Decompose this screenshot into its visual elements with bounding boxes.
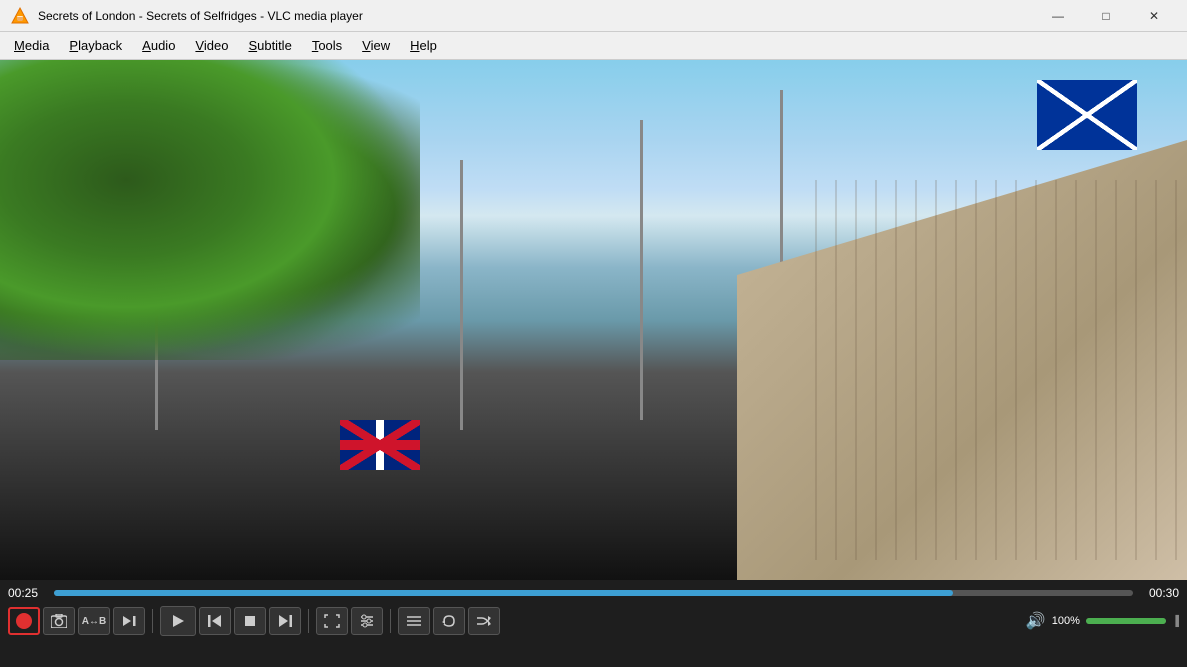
current-time: 00:25 <box>8 586 46 600</box>
progress-row: 00:25 00:30 <box>8 586 1179 600</box>
volume-label: 100% <box>1052 615 1080 627</box>
frame-step-button[interactable] <box>113 607 145 635</box>
building-details <box>797 180 1177 560</box>
ab-loop-button[interactable]: A↔B <box>78 607 110 635</box>
controls-bar: 00:25 00:30 A↔B <box>0 580 1187 667</box>
ab-loop-icon: A↔B <box>82 616 106 627</box>
seek-bar-fill <box>54 590 953 596</box>
loop-button[interactable] <box>433 607 465 635</box>
menu-help[interactable]: Help <box>400 35 447 56</box>
trees <box>0 60 420 360</box>
close-button[interactable]: ✕ <box>1131 0 1177 32</box>
menu-audio[interactable]: Audio <box>132 35 185 56</box>
loop-icon <box>441 614 457 628</box>
stop-button[interactable] <box>234 607 266 635</box>
volume-bar[interactable] <box>1086 618 1166 624</box>
video-canvas <box>0 60 1187 580</box>
flag-scotland <box>1037 80 1137 150</box>
next-button[interactable] <box>269 607 301 635</box>
seek-bar[interactable] <box>54 590 1133 596</box>
total-time: 00:30 <box>1141 586 1179 600</box>
play-button[interactable] <box>160 606 196 636</box>
record-icon <box>16 613 32 629</box>
window-controls: — □ ✕ <box>1035 0 1177 32</box>
volume-end-indicator: ▐ <box>1172 616 1179 627</box>
play-icon <box>171 614 185 628</box>
extended-button[interactable] <box>351 607 383 635</box>
shuffle-button[interactable] <box>468 607 500 635</box>
volume-bar-fill <box>1086 618 1166 624</box>
next-icon <box>277 614 293 628</box>
flagpole-2 <box>460 160 463 430</box>
menu-playback[interactable]: Playback <box>59 35 132 56</box>
menu-video[interactable]: Video <box>185 35 238 56</box>
separator-1 <box>152 609 153 633</box>
playlist-button[interactable] <box>398 607 430 635</box>
extended-icon <box>359 614 375 628</box>
separator-3 <box>390 609 391 633</box>
volume-icon[interactable]: 🔊 <box>1026 611 1046 631</box>
playlist-icon <box>406 614 422 628</box>
stop-icon <box>244 615 256 627</box>
separator-2 <box>308 609 309 633</box>
menu-tools[interactable]: Tools <box>302 35 352 56</box>
snapshot-button[interactable] <box>43 607 75 635</box>
menu-subtitle[interactable]: Subtitle <box>238 35 301 56</box>
title-bar: Secrets of London - Secrets of Selfridge… <box>0 0 1187 32</box>
maximize-button[interactable]: □ <box>1083 0 1129 32</box>
fullscreen-button[interactable] <box>316 607 348 635</box>
menu-view[interactable]: View <box>352 35 400 56</box>
frame-step-icon <box>121 614 137 628</box>
flagpole-4 <box>780 90 783 270</box>
flagpole-3 <box>640 120 643 420</box>
prev-button[interactable] <box>199 607 231 635</box>
buttons-row-1: A↔B <box>8 606 1179 636</box>
shuffle-icon <box>476 614 492 628</box>
flag-uk <box>340 420 420 470</box>
menu-bar: Media Playback Audio Video Subtitle Tool… <box>0 32 1187 60</box>
minimize-button[interactable]: — <box>1035 0 1081 32</box>
snapshot-icon <box>51 614 67 628</box>
volume-area: 🔊 100% ▐ <box>1026 611 1179 631</box>
prev-icon <box>207 614 223 628</box>
fullscreen-icon <box>324 614 340 628</box>
app-icon <box>10 6 30 26</box>
video-area[interactable] <box>0 60 1187 580</box>
record-button[interactable] <box>8 607 40 635</box>
window-title: Secrets of London - Secrets of Selfridge… <box>38 9 1035 23</box>
menu-media[interactable]: Media <box>4 35 59 56</box>
